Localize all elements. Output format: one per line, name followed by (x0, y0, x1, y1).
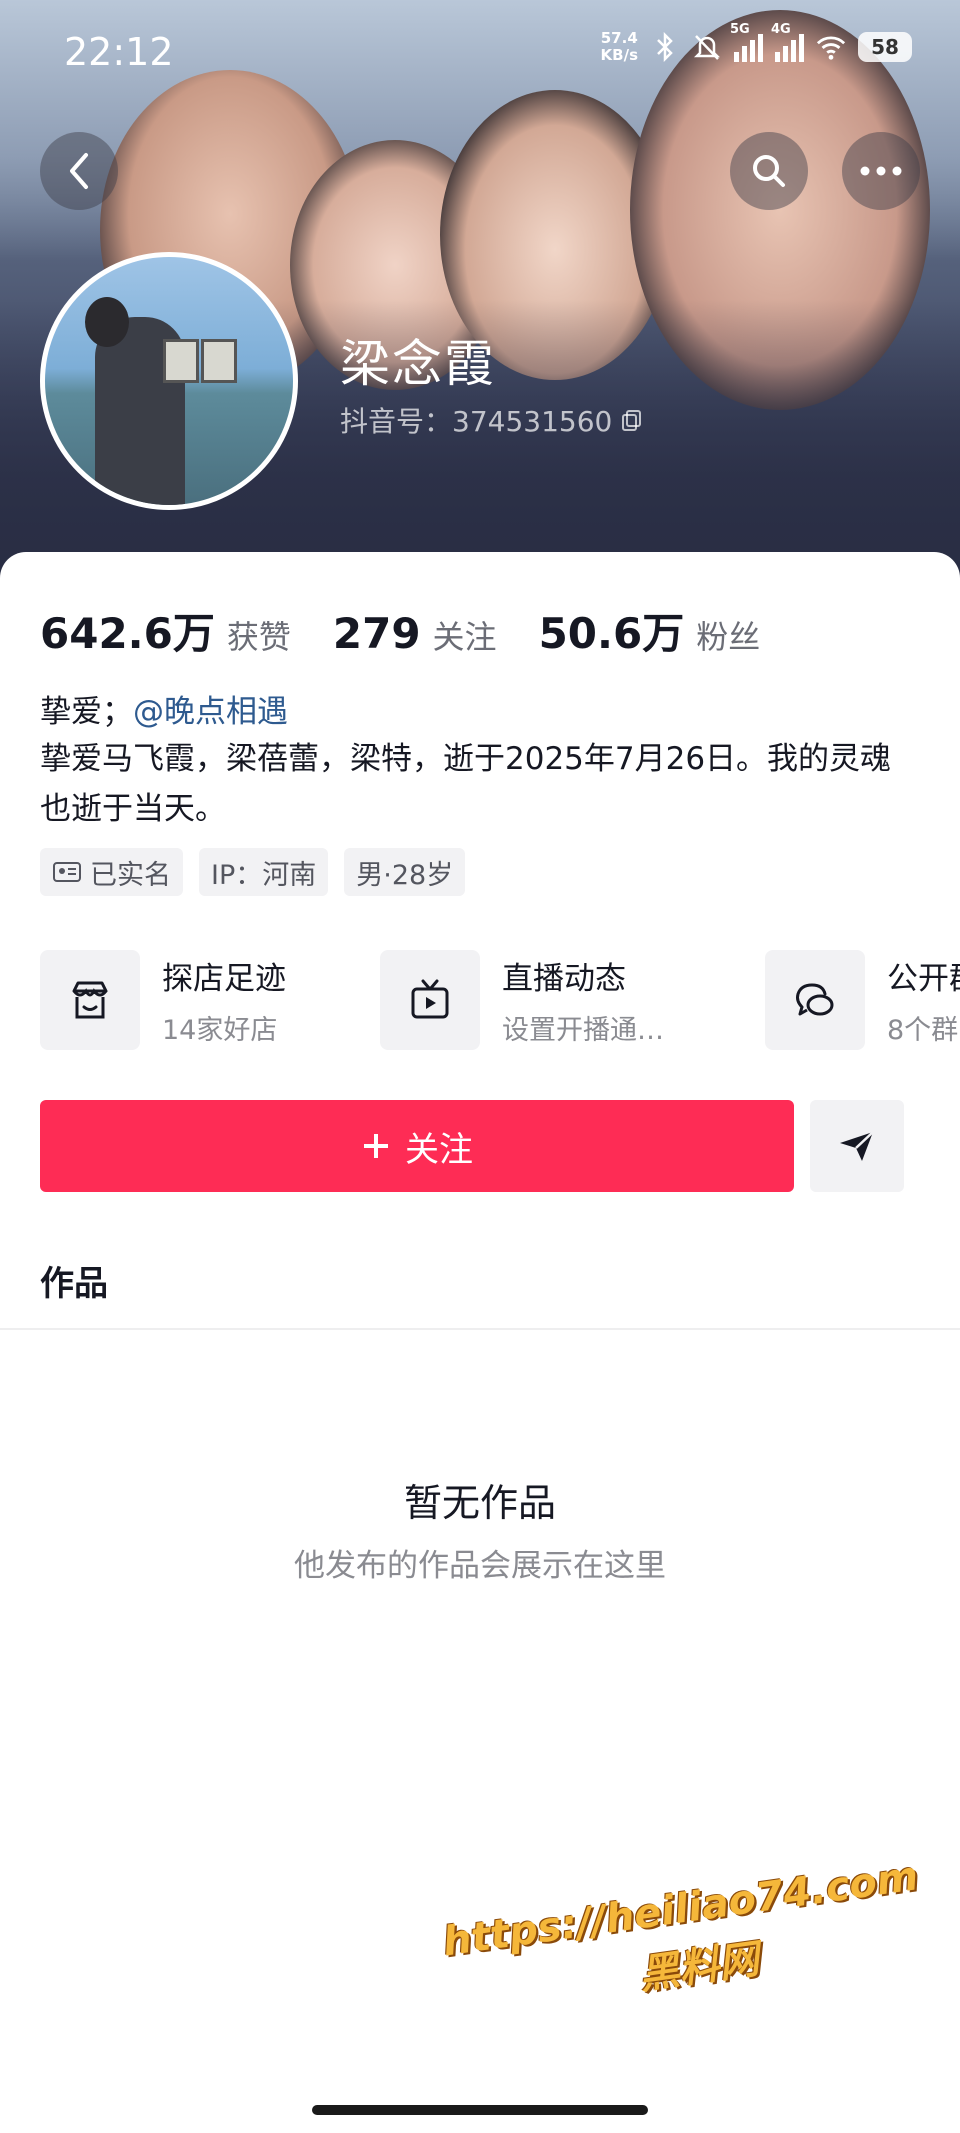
stat-value: 50.6万 (538, 609, 685, 658)
stat-label: 关注 (432, 618, 497, 656)
service-title: 直播动态 (502, 961, 626, 997)
follow-button[interactable]: 关注 (40, 1100, 794, 1192)
verified-tag: 已实名 (40, 848, 183, 896)
service-live-updates[interactable]: 直播动态 设置开播通… (380, 948, 664, 1052)
service-subtitle: 设置开播通… (502, 1015, 664, 1046)
empty-state-title: 暂无作品 (403, 1481, 556, 1525)
bio-prefix: 挚爱； (40, 694, 133, 730)
stat-label: 获赞 (226, 618, 291, 656)
gender-age-label: 男·28岁 (356, 859, 454, 891)
chat-icon (765, 950, 865, 1050)
battery-indicator: 58 (858, 32, 912, 62)
status-time: 22:12 (64, 30, 174, 74)
avatar-photo-frame (163, 339, 199, 383)
follow-label: 关注 (405, 1129, 473, 1170)
signal-4g-icon: 4G (771, 22, 804, 62)
bluetooth-icon (650, 32, 680, 62)
service-subtitle: 8个群 (887, 1015, 959, 1046)
back-arrow-icon (70, 153, 88, 189)
avatar[interactable] (40, 252, 298, 510)
back-button[interactable] (40, 132, 118, 210)
service-public-groups[interactable]: 公开群 8个群 (765, 948, 960, 1052)
profile-name: 梁念霞 (340, 335, 496, 393)
status-bar: 22:12 57.4 KB/s 5G 4G 58 (0, 0, 960, 110)
service-shop-visits[interactable]: 探店足迹 14家好店 (40, 948, 286, 1052)
stat-likes[interactable]: 642.6万 获赞 (40, 600, 291, 661)
avatar-photo-frame (201, 339, 237, 383)
id-card-icon (53, 862, 81, 882)
bio-mention-link[interactable]: @晚点相遇 (133, 694, 288, 730)
service-subtitle: 14家好店 (162, 1015, 278, 1046)
tv-icon (380, 950, 480, 1050)
bio-line: 挚爱；@晚点相遇 (40, 686, 288, 731)
service-title: 探店足迹 (162, 961, 286, 997)
plus-icon (364, 1134, 388, 1158)
service-title: 公开群 (887, 961, 960, 997)
gender-age-tag: 男·28岁 (344, 848, 466, 896)
send-icon (840, 1131, 874, 1161)
divider (0, 1328, 960, 1330)
home-indicator[interactable] (312, 2105, 648, 2115)
verified-label: 已实名 (90, 859, 171, 891)
avatar-person-head (85, 297, 129, 347)
wifi-icon (816, 32, 846, 62)
profile-tags: 已实名 IP：河南 男·28岁 (40, 848, 466, 896)
empty-state-subtitle: 他发布的作品会展示在这里 (294, 1548, 666, 1584)
tab-works[interactable]: 作品 (40, 1256, 108, 1305)
stat-followers[interactable]: 50.6万 粉丝 (539, 600, 761, 661)
search-button[interactable] (730, 132, 808, 210)
send-message-button[interactable] (810, 1100, 904, 1192)
stat-label: 粉丝 (696, 618, 761, 656)
more-options-button[interactable] (842, 132, 920, 210)
stat-value: 279 (332, 609, 421, 658)
search-icon (753, 155, 785, 187)
mute-icon (692, 32, 722, 62)
signal-5g-icon: 5G (730, 22, 763, 62)
more-dots-icon (860, 166, 902, 176)
stat-value: 642.6万 (40, 609, 215, 658)
shop-icon (40, 950, 140, 1050)
profile-stats: 642.6万 获赞 279 关注 50.6万 粉丝 (40, 600, 802, 661)
ip-label: IP：河南 (211, 859, 317, 891)
status-indicators: 57.4 KB/s 5G 4G 58 (600, 22, 912, 64)
douyin-id-text: 抖音号：374531560 (340, 405, 613, 438)
copy-icon[interactable] (620, 408, 644, 432)
ip-location-tag: IP：河南 (199, 848, 329, 896)
bio-text: 挚爱马飞霞，梁蓓蕾，梁特，逝于2025年7月26日。我的灵魂也逝于当天。 (40, 741, 892, 827)
service-entries: 探店足迹 14家好店 直播动态 设置开播通… 公开群 8个群 (40, 948, 960, 1052)
douyin-id[interactable]: 抖音号：374531560 (340, 400, 644, 440)
network-speed: 57.4 KB/s (600, 29, 638, 64)
stat-following[interactable]: 279 关注 (333, 609, 497, 658)
